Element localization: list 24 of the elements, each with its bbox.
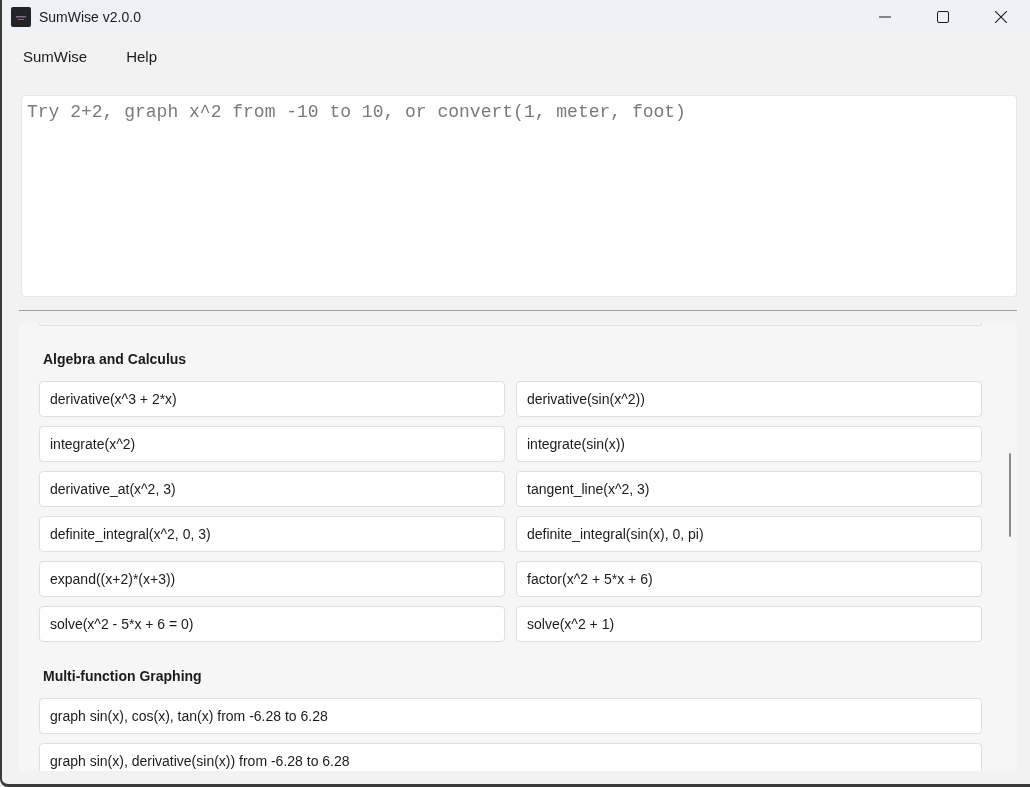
section-heading: Multi-function Graphing — [43, 667, 203, 686]
example-button[interactable]: solve(x^2 + 1) — [516, 606, 982, 642]
section-heading: Algebra and Calculus — [43, 350, 188, 369]
example-button[interactable]: graph sin(x), derivative(sin(x)) from -6.28 to 6.28 — [39, 743, 982, 771]
input-field[interactable]: Try 2+2, graph x^2 from -10 to 10, or convert(1, meter, foot) — [21, 95, 1017, 297]
window-title: SumWise v2.0.0 — [39, 9, 141, 25]
menu-item[interactable]: Help — [114, 42, 170, 70]
example-button[interactable]: graph sin(x), cos(x), tan(x) from -6.28 to 6.28 — [39, 698, 982, 734]
example-button[interactable]: factor(x^2 + 5*x + 6) — [516, 561, 982, 597]
maximize-icon — [937, 11, 949, 23]
example-button[interactable]: derivative_at(x^2, 3) — [39, 471, 505, 507]
example-button[interactable]: integrate(sin(x)) — [516, 426, 982, 462]
example-button[interactable]: tangent_line(x^2, 3) — [516, 471, 982, 507]
menu-item[interactable]: SumWise — [11, 42, 100, 70]
close-icon — [995, 11, 1007, 23]
app-logo-icon — [11, 7, 31, 27]
example-button[interactable]: integrate(x^2) — [39, 426, 505, 462]
example-button[interactable]: definite_integral(sin(x), 0, pi) — [516, 516, 982, 552]
example-button[interactable]: derivative(x^3 + 2*x) — [39, 381, 505, 417]
scrollbar-thumb[interactable] — [1009, 453, 1011, 537]
example-button[interactable]: definite_integral(x^2, 0, 3) — [39, 516, 505, 552]
example-button[interactable]: expand((x+2)*(x+3)) — [39, 561, 505, 597]
example-button[interactable]: solve(x^2 - 5*x + 6 = 0) — [39, 606, 505, 642]
example-button[interactable]: derivative(sin(x^2)) — [516, 381, 982, 417]
